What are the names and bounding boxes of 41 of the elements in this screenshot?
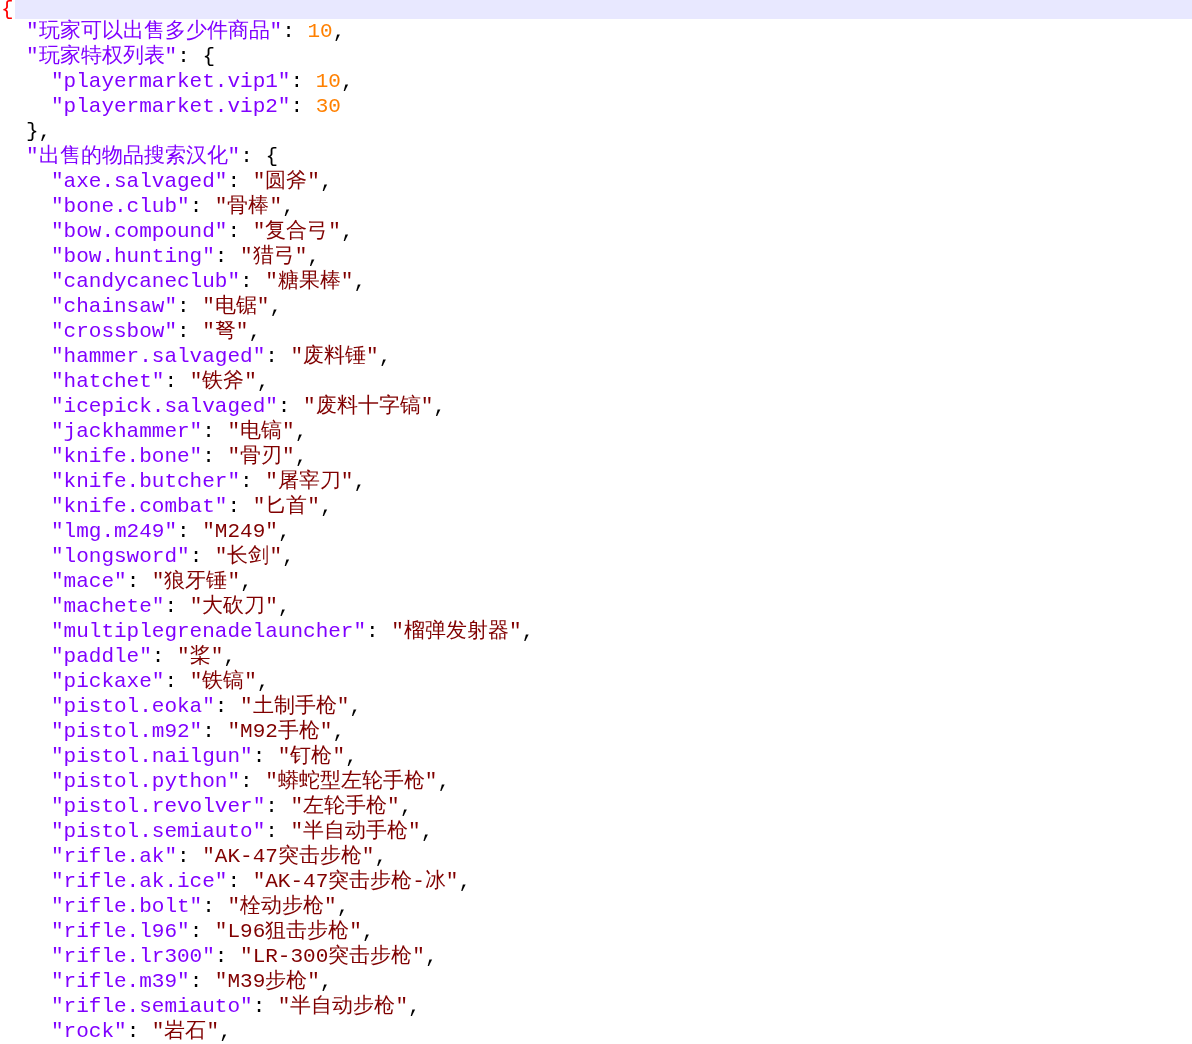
code-line: "pistol.nailgun": "钉枪", [50,744,358,769]
code-line: }, [25,119,52,144]
code-line: "longsword": "长剑", [50,544,295,569]
code-line: "rifle.l96": "L96狙击步枪", [50,919,375,944]
code-line: "玩家特权列表": { [25,44,216,69]
code-line: "multiplegrenadelauncher": "榴弹发射器", [50,619,535,644]
code-line: "candycaneclub": "糖果棒", [50,269,367,294]
code-line: "hammer.salvaged": "废料锤", [50,344,392,369]
code-line: "lmg.m249": "M249", [50,519,291,544]
code-line: "knife.combat": "匕首", [50,494,333,519]
code-line: "pistol.revolver": "左轮手枪", [50,794,413,819]
code-line: "chainsaw": "电锯", [50,294,283,319]
code-line: "rock": "岩石", [50,1019,232,1044]
code-line: "pistol.semiauto": "半自动手枪", [50,819,434,844]
code-line: "axe.salvaged": "圆斧", [50,169,333,194]
code-line: "bow.hunting": "猎弓", [50,244,320,269]
code-line: "mace": "狼牙锤", [50,569,253,594]
code-line: "pistol.python": "蟒蛇型左轮手枪", [50,769,451,794]
code-line: "crossbow": "弩", [50,319,262,344]
code-line: "rifle.bolt": "栓动步枪", [50,894,350,919]
code-line: "pickaxe": "铁镐", [50,669,270,694]
code-line: "knife.butcher": "屠宰刀", [50,469,367,494]
code-line: "playermarket.vip2": 30 [50,94,341,119]
code-line: "出售的物品搜索汉化": { [25,144,279,169]
code-line: "rifle.ak": "AK-47突击步枪", [50,844,388,869]
code-line: "pistol.m92": "M92手枪", [50,719,346,744]
code-line: "bow.compound": "复合弓", [50,219,354,244]
code-line: "rifle.ak.ice": "AK-47突击步枪-冰", [50,869,472,894]
code-line: "玩家可以出售多少件商品": 10, [25,19,346,44]
code-line: "pistol.eoka": "土制手枪", [50,694,362,719]
code-line: "rifle.lr300": "LR-300突击步枪", [50,944,438,969]
code-line: "hatchet": "铁斧", [50,369,270,394]
code-line: "machete": "大砍刀", [50,594,291,619]
code-line: "playermarket.vip1": 10, [50,69,354,94]
code-line: "bone.club": "骨棒", [50,194,295,219]
code-line: "rifle.semiauto": "半自动步枪", [50,994,421,1019]
code-line: "icepick.salvaged": "废料十字镐", [50,394,446,419]
code-line: "jackhammer": "电镐", [50,419,308,444]
code-line: "knife.bone": "骨刃", [50,444,308,469]
code-line: "paddle": "桨", [50,644,236,669]
code-line: "rifle.m39": "M39步枪", [50,969,333,994]
